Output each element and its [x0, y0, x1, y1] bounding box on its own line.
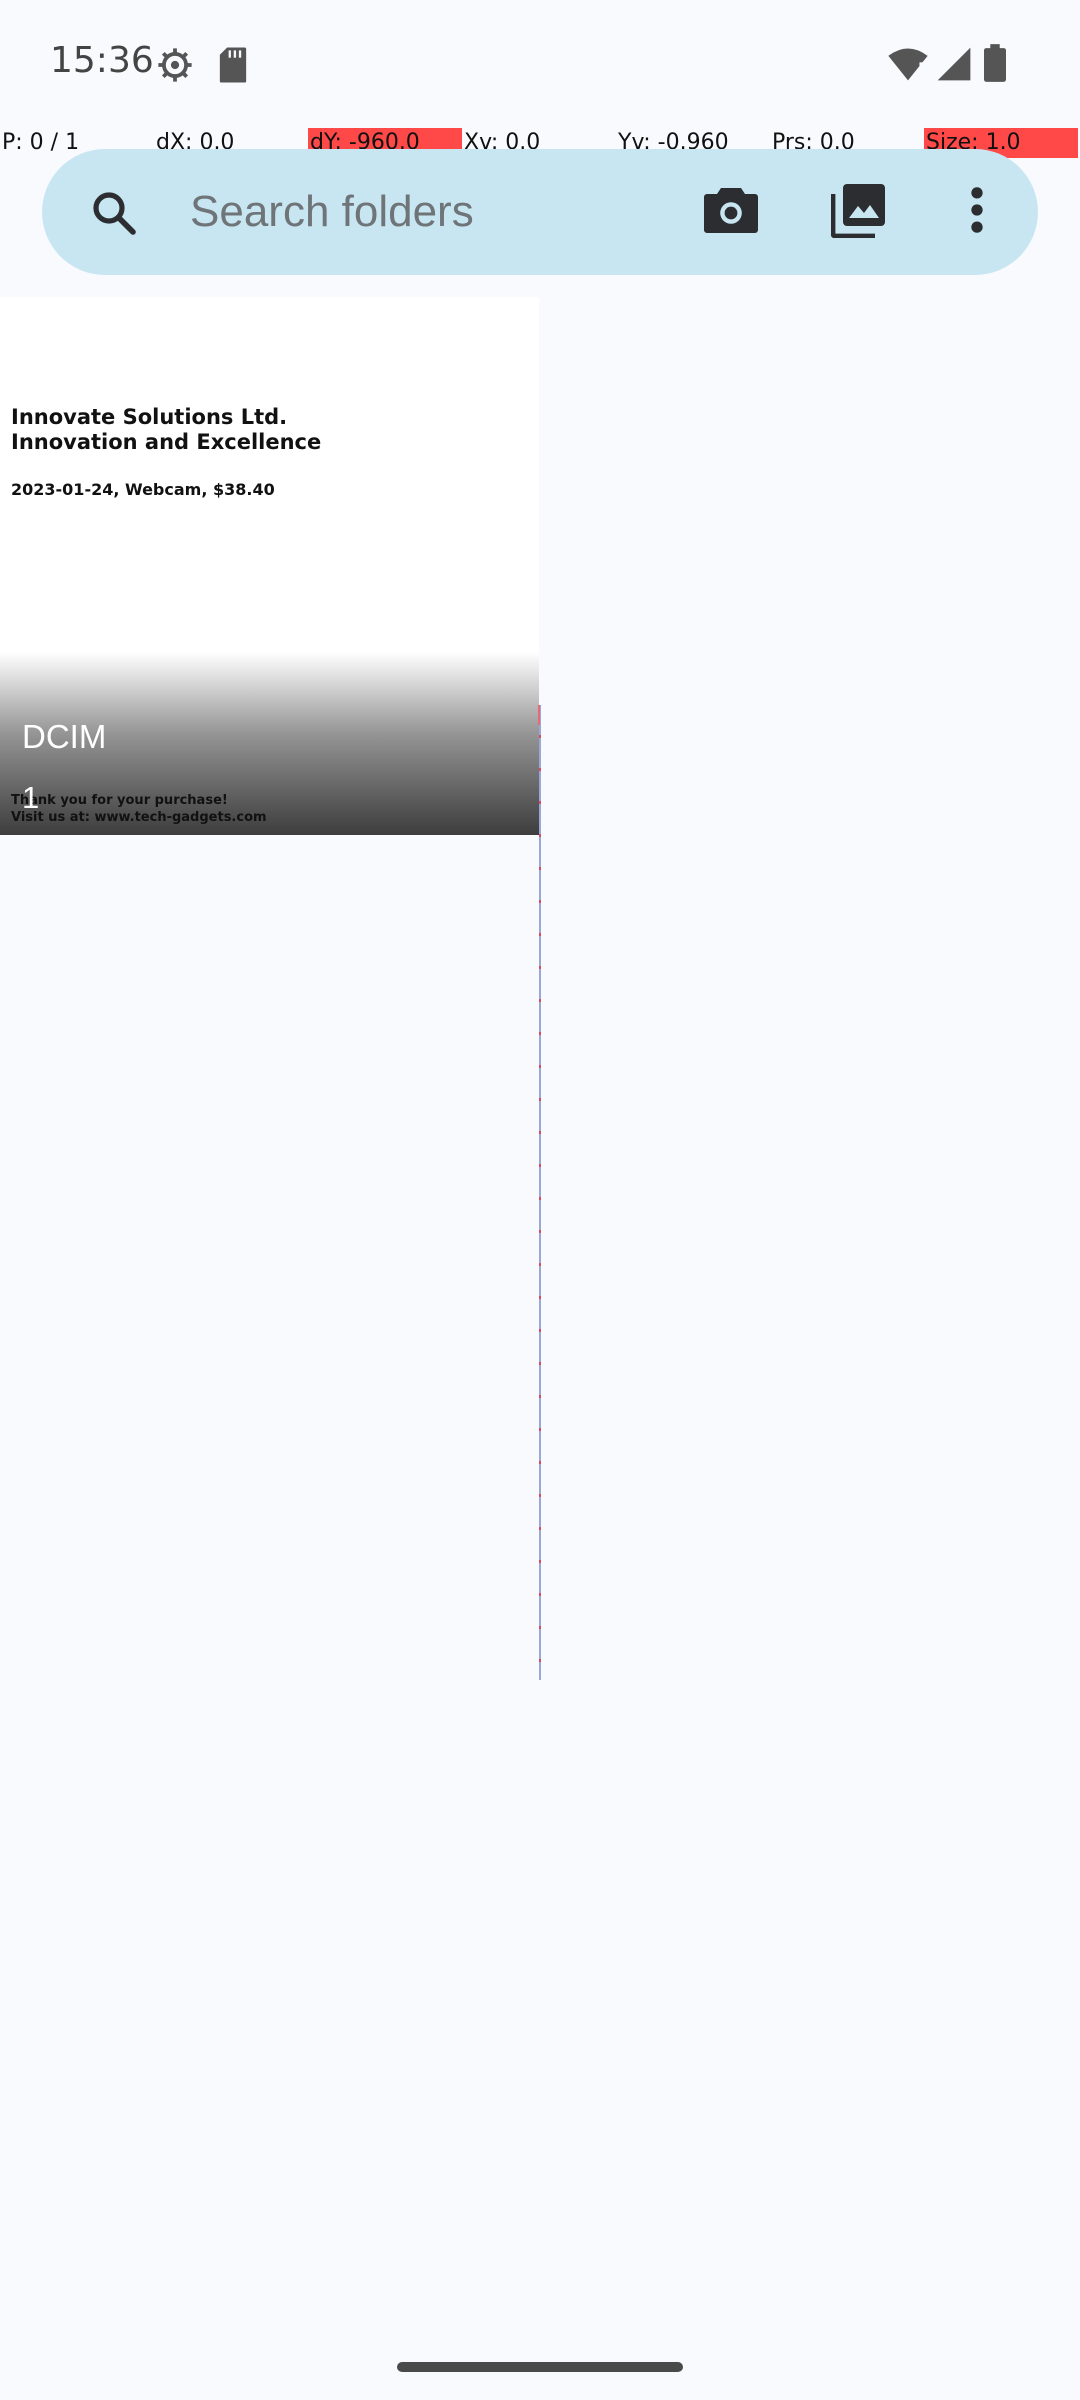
pointer-trace-line	[539, 705, 541, 1680]
thumbnail-company-line1: Innovate Solutions Ltd.	[11, 405, 288, 429]
camera-icon	[703, 184, 759, 241]
search-input[interactable]	[188, 173, 692, 251]
search-bar	[42, 149, 1038, 275]
folder-item-count: 1	[22, 780, 40, 815]
photo-library-icon	[830, 182, 887, 243]
cell-signal-icon	[936, 46, 972, 87]
thumbnail-receipt-line: 2023-01-24, Webcam, $38.40	[11, 480, 275, 499]
battery-icon	[984, 44, 1006, 87]
status-bar: 15:36	[0, 0, 1080, 128]
photo-library-button[interactable]	[824, 177, 894, 247]
status-time: 15:36	[50, 40, 154, 81]
settings-gear-icon	[156, 46, 194, 89]
thumbnail-footer: Thank you for your purchase! Visit us at…	[11, 792, 267, 826]
folder-name: DCIM	[22, 718, 107, 755]
gesture-navigation-pill[interactable]	[397, 2362, 683, 2372]
camera-button[interactable]	[696, 177, 766, 247]
wifi-alert-icon	[886, 46, 930, 87]
more-options-icon	[970, 186, 984, 239]
thumbnail-footer-line2: Visit us at: www.tech-gadgets.com	[11, 810, 267, 825]
thumbnail-company: Innovate Solutions Ltd. Innovation and E…	[11, 405, 321, 455]
pointer-trace-marker	[538, 705, 540, 725]
thumbnail-company-line2: Innovation and Excellence	[11, 430, 322, 454]
more-options-button[interactable]	[942, 177, 1012, 247]
sd-card-icon	[218, 46, 248, 89]
search-icon[interactable]	[90, 189, 138, 237]
thumbnail-footer-line1: Thank you for your purchase!	[11, 793, 228, 808]
